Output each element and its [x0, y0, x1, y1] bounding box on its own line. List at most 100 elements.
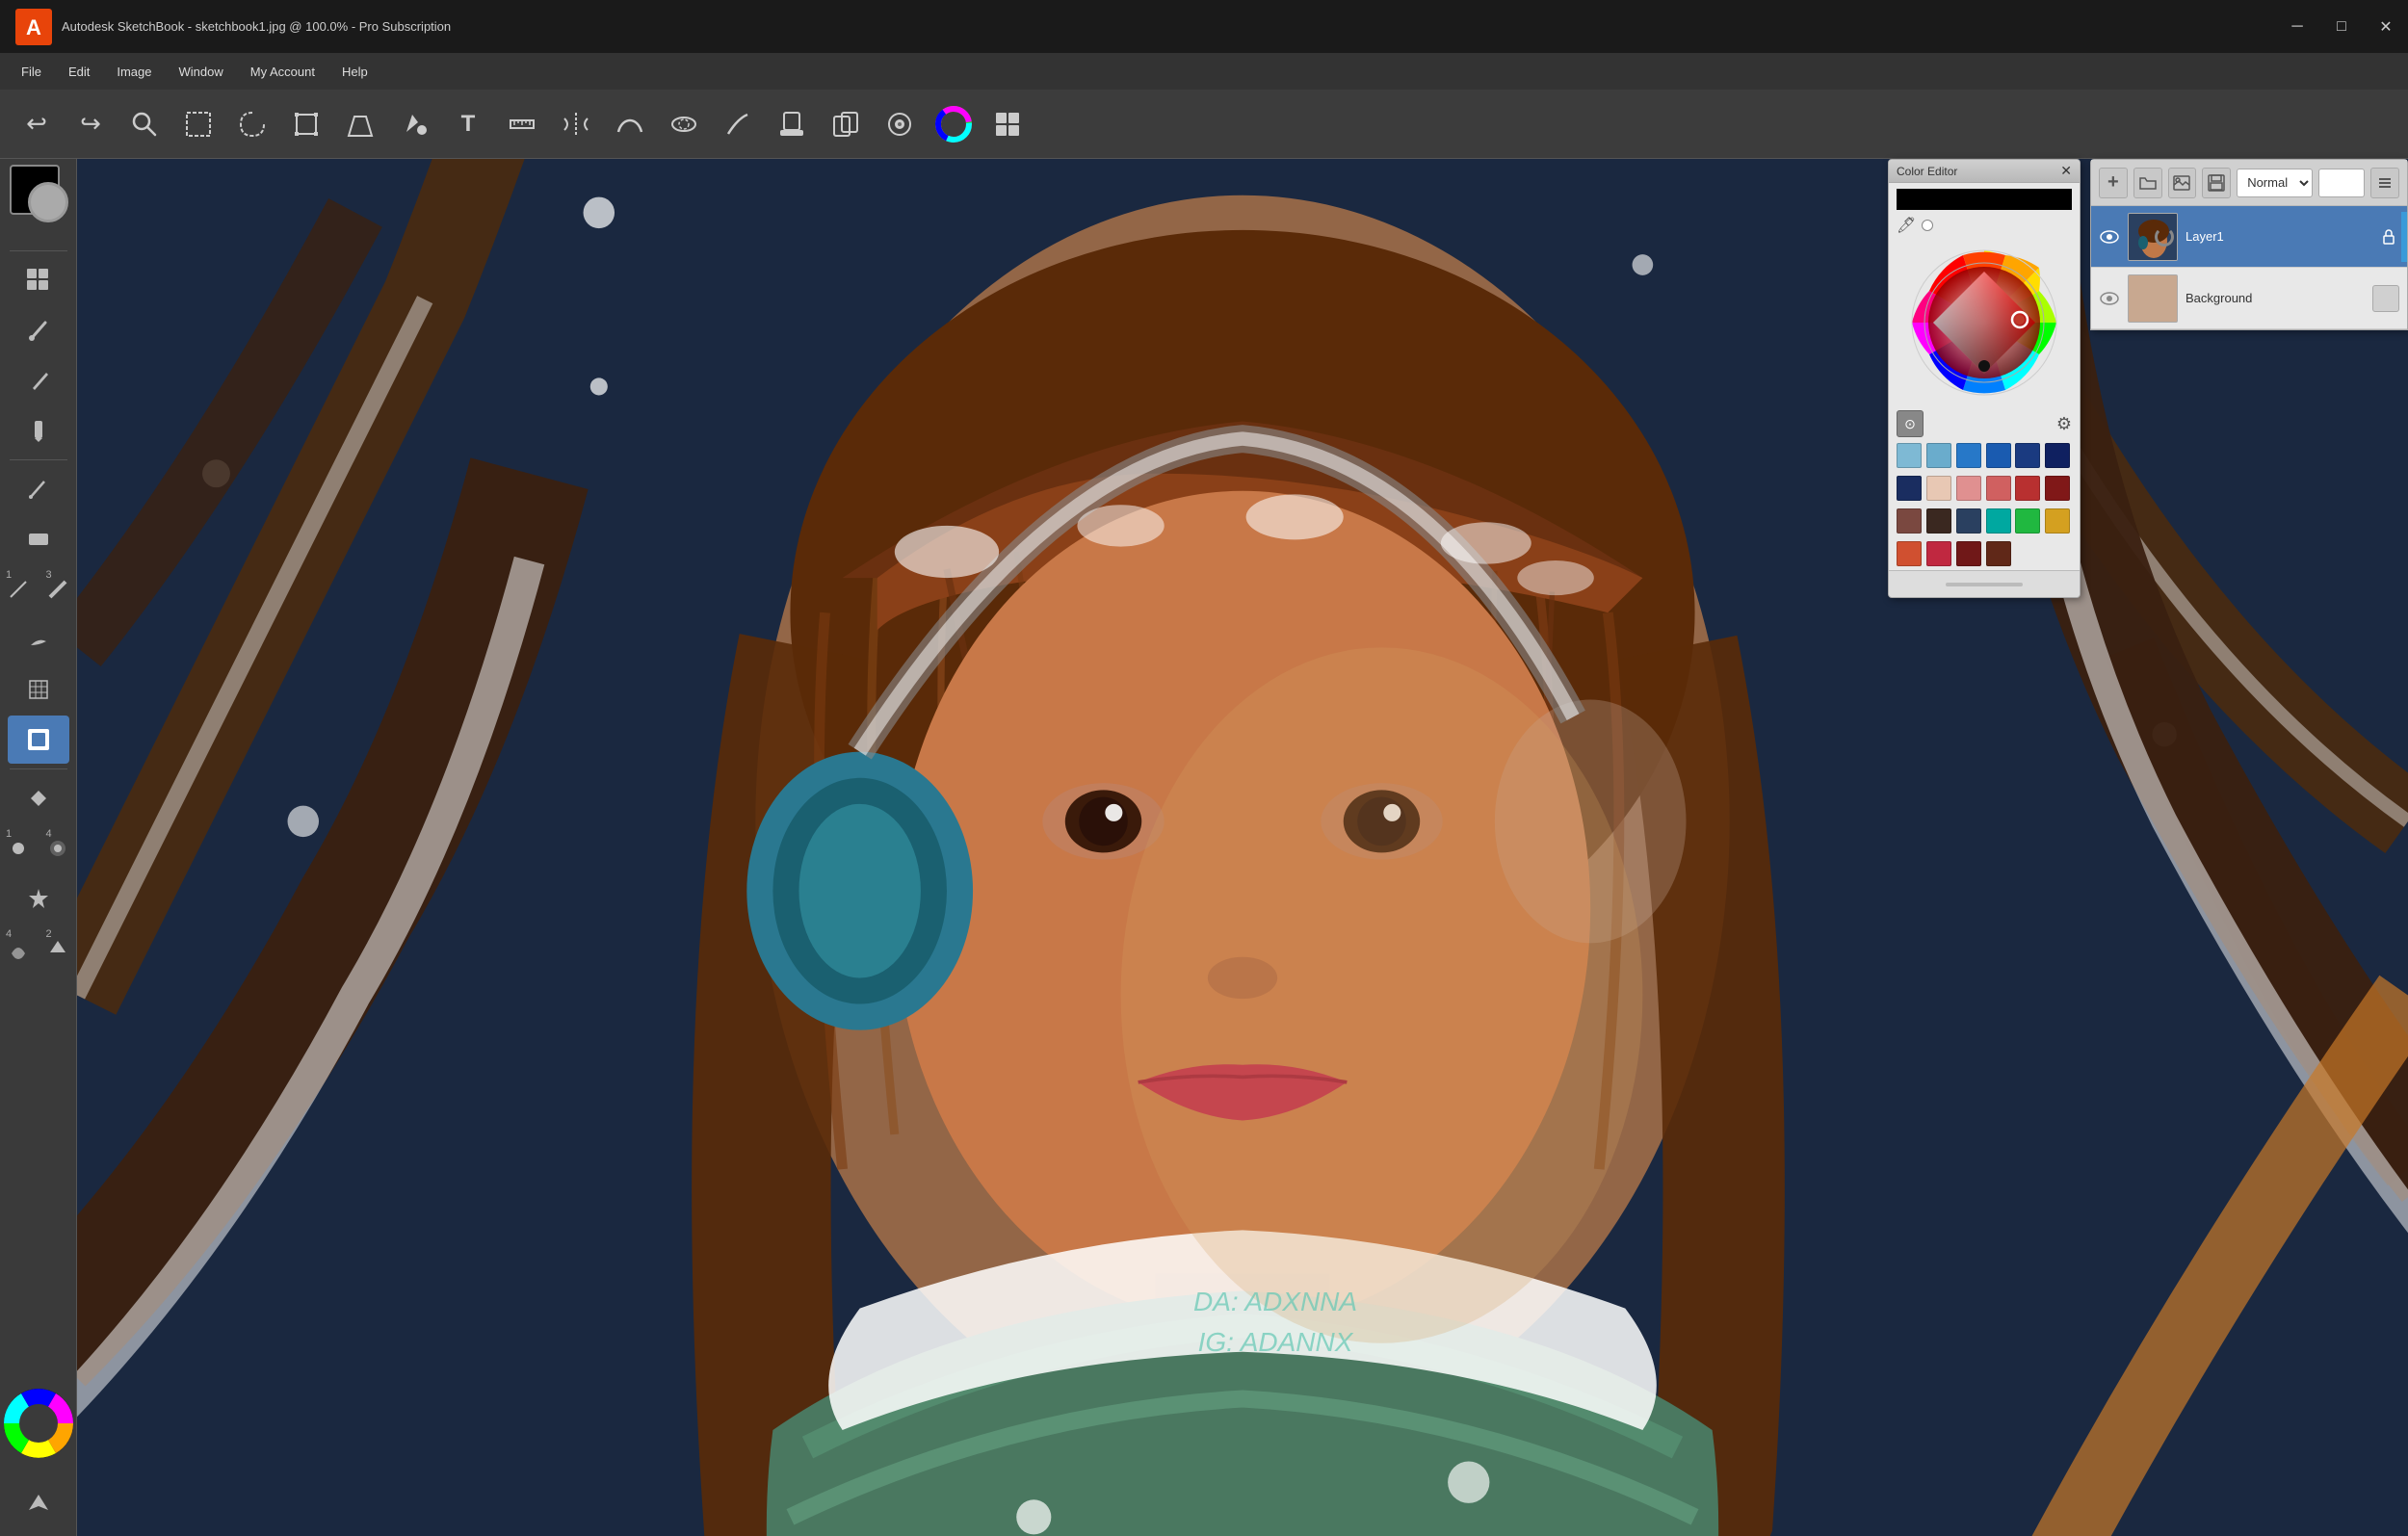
image-import-button[interactable]: [2168, 168, 2197, 198]
tool-pen-1[interactable]: [8, 356, 69, 404]
tool-brush-sm[interactable]: 1: [0, 565, 37, 613]
tool-pen-2[interactable]: [8, 465, 69, 513]
swatch-brown1[interactable]: [1897, 508, 1922, 534]
tool-brush-med[interactable]: 3: [40, 565, 77, 613]
left-sidebar: 1 3 1 4: [0, 159, 77, 1536]
color-wheel-container[interactable]: [1889, 237, 2080, 408]
tool-brush-1[interactable]: [8, 306, 69, 354]
tool-arrow[interactable]: [8, 1478, 69, 1526]
tool-wet[interactable]: 4: [0, 924, 37, 973]
stamp-button[interactable]: [767, 99, 817, 149]
perspective-button[interactable]: [335, 99, 385, 149]
brush-library-button[interactable]: [875, 99, 925, 149]
swatch-navy[interactable]: [1897, 476, 1922, 501]
color-adjust-button[interactable]: ⚙: [2056, 414, 2072, 434]
swatch-darkbrown2[interactable]: [1986, 541, 2011, 566]
eyedropper-button[interactable]: 🖊: [1897, 216, 1916, 235]
rect-select-button[interactable]: [173, 99, 223, 149]
menu-edit[interactable]: Edit: [55, 59, 103, 85]
layers-panel: + Normal Multiply Screen Overlay 100: [2090, 159, 2408, 330]
tool-brush-med-2[interactable]: 4: [40, 824, 77, 872]
ellipse-guide-button[interactable]: [659, 99, 709, 149]
color-black-bar[interactable]: [1897, 189, 2072, 210]
swatch-teal[interactable]: [1986, 508, 2011, 534]
maximize-button[interactable]: □: [2319, 0, 2364, 53]
color-mode-button[interactable]: ⊙: [1897, 410, 1924, 437]
tool-fill-brush[interactable]: [8, 716, 69, 764]
swatch-steel[interactable]: [1956, 508, 1981, 534]
menu-image[interactable]: Image: [103, 59, 165, 85]
swatch-gold[interactable]: [2045, 508, 2070, 534]
zoom-button[interactable]: [119, 99, 170, 149]
layer-row-1[interactable]: Layer1: [2091, 206, 2407, 268]
bg-visibility[interactable]: [2099, 288, 2120, 309]
swatch-pink1[interactable]: [1956, 476, 1981, 501]
color-wheel-button[interactable]: [929, 99, 979, 149]
layer1-visibility[interactable]: [2099, 226, 2120, 247]
menu-help[interactable]: Help: [328, 59, 381, 85]
swatch-darkblue1[interactable]: [2015, 443, 2040, 468]
menu-myaccount[interactable]: My Account: [237, 59, 328, 85]
tool-marker[interactable]: [8, 406, 69, 455]
tool-texture[interactable]: [8, 665, 69, 714]
swatch-darkred1[interactable]: [2045, 476, 2070, 501]
swatch-lightblue1[interactable]: [1897, 443, 1922, 468]
color-editor-close-button[interactable]: ✕: [2060, 163, 2072, 179]
swatch-blue1[interactable]: [1956, 443, 1981, 468]
blend-mode-select[interactable]: Normal Multiply Screen Overlay: [2237, 169, 2313, 197]
swatch-red1[interactable]: [2015, 476, 2040, 501]
tool-blend-brush[interactable]: [8, 774, 69, 822]
secondary-color-swatch[interactable]: [28, 182, 68, 222]
swatch-maroon[interactable]: [1956, 541, 1981, 566]
copy-paste-button[interactable]: [821, 99, 871, 149]
color-editor-scroll[interactable]: [1946, 583, 2023, 586]
close-button[interactable]: ✕: [2364, 0, 2408, 53]
layer-row-background[interactable]: Background: [2091, 268, 2407, 329]
menu-file[interactable]: File: [8, 59, 55, 85]
color-wheel-svg[interactable]: [1902, 241, 2066, 404]
tool-eraser-rect[interactable]: [8, 515, 69, 563]
redo-button[interactable]: ↪: [65, 99, 116, 149]
symmetry-button[interactable]: [551, 99, 601, 149]
layout-button[interactable]: [982, 99, 1033, 149]
tool-smudge[interactable]: [8, 615, 69, 664]
tool-brush-sm-2[interactable]: 1: [0, 824, 37, 872]
opacity-input[interactable]: 100: [2318, 169, 2365, 197]
swatch-crimson[interactable]: [1926, 541, 1951, 566]
text-button[interactable]: T: [443, 99, 493, 149]
swatch-darkblue2[interactable]: [2045, 443, 2070, 468]
folder-button[interactable]: [2133, 168, 2162, 198]
menu-window[interactable]: Window: [166, 59, 237, 85]
tool-special[interactable]: [8, 874, 69, 923]
layers-menu-button[interactable]: [2370, 168, 2399, 198]
undo-button[interactable]: ↩: [12, 99, 62, 149]
ruler-button[interactable]: [497, 99, 547, 149]
swatch-skin1[interactable]: [1926, 476, 1951, 501]
layer1-loading-spinner: [2155, 227, 2174, 247]
tool-layout[interactable]: [8, 256, 69, 304]
save-layer-button[interactable]: [2202, 168, 2231, 198]
swatch-orange1[interactable]: [1897, 541, 1922, 566]
window-controls: ─ □ ✕: [2275, 0, 2408, 53]
line-tool-button[interactable]: [713, 99, 763, 149]
add-layer-button[interactable]: +: [2099, 168, 2128, 198]
bucket-button[interactable]: [389, 99, 439, 149]
sidebar-divider-3: [10, 768, 67, 769]
minimize-button[interactable]: ─: [2275, 0, 2319, 53]
swatch-green[interactable]: [2015, 508, 2040, 534]
swatch-blue2[interactable]: [1986, 443, 2011, 468]
layer1-lock[interactable]: [2378, 226, 2399, 247]
swatch-salmon[interactable]: [1986, 476, 2011, 501]
curve-button[interactable]: [605, 99, 655, 149]
transform-button[interactable]: [281, 99, 331, 149]
tool-ink[interactable]: 2: [40, 924, 77, 973]
color-swatches-row3: [1889, 505, 2080, 537]
size-row-1: 1 3: [0, 565, 76, 613]
mini-color-wheel[interactable]: [0, 1385, 77, 1476]
swatch-lightblue2[interactable]: [1926, 443, 1951, 468]
lasso-select-button[interactable]: [227, 99, 277, 149]
bg-thumbnail: [2128, 274, 2178, 323]
white-dot: [1922, 220, 1933, 231]
swatch-darkbrown[interactable]: [1926, 508, 1951, 534]
layers-toolbar: + Normal Multiply Screen Overlay 100: [2091, 160, 2407, 206]
